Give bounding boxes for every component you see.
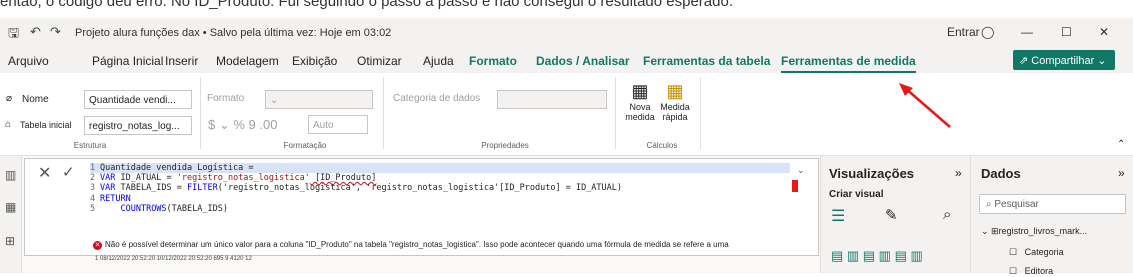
tab-ferramentas-medida[interactable]: Ferramentas de medida	[781, 54, 916, 73]
annotation-arrow	[899, 83, 951, 128]
tab-modelagem[interactable]: Modelagem	[216, 54, 279, 68]
group-propriedades: Propriedades	[481, 141, 529, 150]
calculator-icon: ▦	[631, 81, 649, 101]
share-button[interactable]: ⇗ Compartilhar ⌄	[1013, 50, 1115, 70]
data-pane: Dados » ⌕ Pesquisar ⌄ ⊞registro_livros_m…	[970, 156, 1133, 276]
ribbon: ⌀ Nome Quantidade vendi... ⌂ Tabela inic…	[0, 73, 1133, 156]
field-editora[interactable]: ☐ Editora	[1009, 266, 1053, 277]
undo-icon[interactable]: ↶	[30, 24, 41, 40]
formato-label: Formato	[207, 93, 245, 104]
categoria-label: Categoria de dados	[393, 93, 481, 104]
nova-medida-button[interactable]: ▦ Nova medida	[622, 81, 658, 122]
table-node[interactable]: ⌄ ⊞registro_livros_mark...	[981, 226, 1087, 237]
tabela-inicial-select[interactable]: registro_notas_log...	[84, 116, 192, 135]
expand-editor-icon[interactable]: ⌄	[797, 165, 805, 176]
save-icon[interactable]: 🖫	[8, 24, 19, 46]
tab-otimizar[interactable]: Otimizar	[357, 54, 402, 68]
tab-dados-analisar[interactable]: Dados / Analisar	[536, 54, 630, 68]
cancel-formula-icon[interactable]: ✕	[38, 163, 51, 183]
visualizations-pane: Visualizações » Criar visual ☰ ✎ ⌕ ▤ ▥ ▤…	[820, 156, 970, 273]
tab-pagina-inicial[interactable]: Página Inicial	[92, 54, 163, 68]
tab-ajuda[interactable]: Ajuda	[423, 54, 454, 68]
field-categoria[interactable]: ☐ Categoria	[1009, 247, 1064, 258]
group-calculos: Cálculos	[646, 141, 678, 150]
format-visual-icon[interactable]: ✎	[885, 206, 898, 224]
decimal-places-input[interactable]: Auto	[308, 115, 368, 134]
separator	[700, 77, 701, 149]
question-text: então, o código deu erro. No ID_Produto.…	[0, 0, 733, 10]
code-line: 2 VAR ID_ATUAL = 'registro_notas_logistic…	[90, 173, 377, 184]
tab-ferramentas-tabela[interactable]: Ferramentas da tabela	[643, 54, 770, 68]
minimize-button[interactable]: —	[1021, 25, 1033, 39]
formato-select[interactable]: ⌄	[265, 90, 373, 109]
currency-percent-icons: $ ⌄ % 9 .00	[208, 117, 278, 132]
tab-formato[interactable]: Formato	[469, 54, 517, 68]
dax-editor[interactable]: 1 Quantidade vendida Logística = 2 VAR ID_…	[90, 163, 790, 214]
separator	[615, 77, 616, 149]
separator	[200, 77, 201, 149]
build-visual-icon[interactable]: ☰	[831, 206, 845, 226]
error-marker	[792, 180, 798, 192]
quick-measure-icon: ▦	[666, 81, 684, 101]
code-line: 4 RETURN	[90, 193, 131, 204]
maximize-button[interactable]: ☐	[1061, 25, 1072, 39]
visualizations-title: Visualizações	[829, 166, 915, 181]
collapse-pane-icon[interactable]: »	[955, 166, 962, 180]
view-switcher: ▥ ▦ ⊞	[0, 156, 22, 273]
title-bar: 🖫 ↶ ↷ Projeto alura funções dax • Salvo …	[0, 18, 1133, 48]
table-view-icon[interactable]: ▦	[5, 200, 16, 214]
report-view-icon[interactable]: ▥	[5, 168, 16, 182]
error-message: ✕ Não é possível determinar um único valo…	[93, 240, 729, 250]
commit-formula-icon[interactable]: ✓	[62, 163, 75, 181]
collapse-data-icon[interactable]: »	[1118, 166, 1125, 180]
analytics-icon[interactable]: ⌕	[943, 206, 951, 223]
document-title[interactable]: Projeto alura funções dax • Salvo pela ú…	[75, 27, 391, 39]
code-line: 3 VAR TABELA_IDS = FILTER('registro_notas…	[90, 183, 623, 194]
table-icon: ⊞	[991, 226, 999, 236]
separator	[383, 77, 384, 149]
signin-link[interactable]: Entrar	[947, 25, 980, 39]
menu-bar: Arquivo Página Inicial Inserir Modelagem…	[0, 48, 1133, 73]
tab-arquivo[interactable]: Arquivo	[8, 54, 49, 68]
visual-types-icons[interactable]: ▤ ▥ ▤ ▥ ▤ ▥	[831, 248, 923, 264]
account-icon[interactable]: ◯	[981, 25, 994, 39]
dados-title: Dados	[981, 166, 1021, 181]
nome-label: Nome	[22, 94, 49, 105]
medida-rapida-button[interactable]: ▦ Medida rápida	[657, 81, 693, 122]
code-line: 5 COUNTROWS(TABELA_IDS)	[90, 203, 228, 214]
error-icon: ✕	[93, 241, 102, 250]
tabela-inicial-label: Tabela inicial	[20, 120, 72, 130]
table-row: 1 08/12/2022 20:52:20 10/12/2022 20:52:2…	[95, 256, 252, 262]
redo-icon[interactable]: ↷	[50, 24, 61, 40]
criar-visual-label: Criar visual	[829, 189, 884, 200]
code-line: 1 Quantidade vendida Logística =	[90, 163, 790, 174]
search-input[interactable]: ⌕ Pesquisar	[979, 194, 1126, 214]
collapse-ribbon-icon[interactable]: ⌃	[1117, 139, 1125, 150]
nome-input[interactable]: Quantidade vendi...	[84, 90, 192, 109]
share-icon: ⇗	[1019, 55, 1032, 67]
tab-inserir[interactable]: Inserir	[165, 54, 198, 68]
group-formatacao: Formatação	[283, 141, 327, 150]
home-table-icon: ⌂	[5, 119, 12, 130]
tab-exibicao[interactable]: Exibição	[292, 54, 337, 68]
group-estrutura: Estrutura	[73, 141, 107, 150]
tag-icon: ⌀	[6, 93, 13, 104]
model-view-icon[interactable]: ⊞	[5, 234, 15, 248]
close-button[interactable]: ✕	[1099, 25, 1109, 39]
categoria-select[interactable]	[497, 90, 607, 109]
